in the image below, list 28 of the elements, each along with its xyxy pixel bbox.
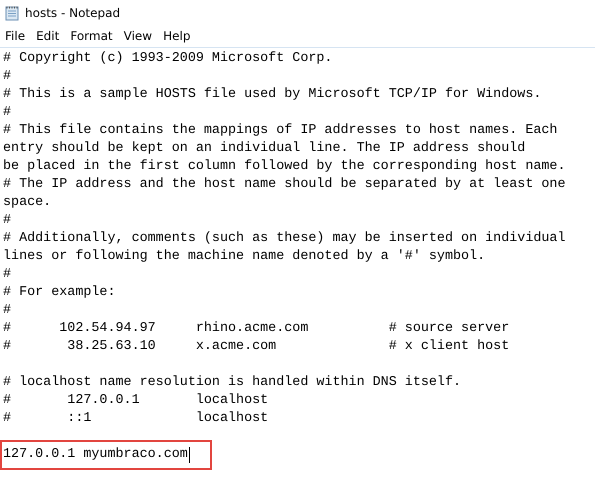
text-line: # 127.0.0.1 localhost [3,392,270,410]
text-line: # 38.25.63.10 x.acme.com # x client host [3,338,510,356]
text-line: # Additionally, comments (such as these) may be inserted on individual [3,230,566,248]
text-line: # [3,68,12,86]
notepad-icon [5,4,19,20]
text-line: # The IP address and the host name should be separated by at least one [3,176,566,194]
text-line: # [3,266,12,284]
text-line: # For example: [3,284,116,302]
text-line: # localhost name resolution is handled within DNS itself. [3,374,462,392]
text-line: 127.0.0.1 myumbraco.com [3,446,188,464]
text-line: # [3,104,12,122]
window-title: hosts - Notepad [25,6,120,20]
menu-item[interactable]: Format [65,29,119,43]
menu-item[interactable]: File [0,29,32,43]
menu-item[interactable]: Help [158,29,196,43]
menu-item[interactable]: View [118,29,158,43]
text-line: # 102.54.94.97 rhino.acme.com # source server [3,320,510,338]
menu-item[interactable]: Edit [31,29,66,43]
text-line: # [3,212,12,230]
text-line: # This file contains the mappings of IP addresses to host names. Each [3,122,558,140]
text-line: entry should be kept on an individual line. The IP address should [3,140,526,158]
text-line: # ::1 localhost [3,410,270,428]
text-line: # [3,302,12,320]
text-line: lines or following the machine name denoted by a '#' symbol. [3,248,486,266]
text-line: # This is a sample HOSTS file used by Microsoft TCP/IP for Windows. [3,86,542,104]
text-line: # Copyright (c) 1993-2009 Microsoft Corp. [3,50,334,68]
text-line: space. [3,194,52,212]
text-line: be placed in the first column followed by the corresponding host name. [3,158,566,176]
